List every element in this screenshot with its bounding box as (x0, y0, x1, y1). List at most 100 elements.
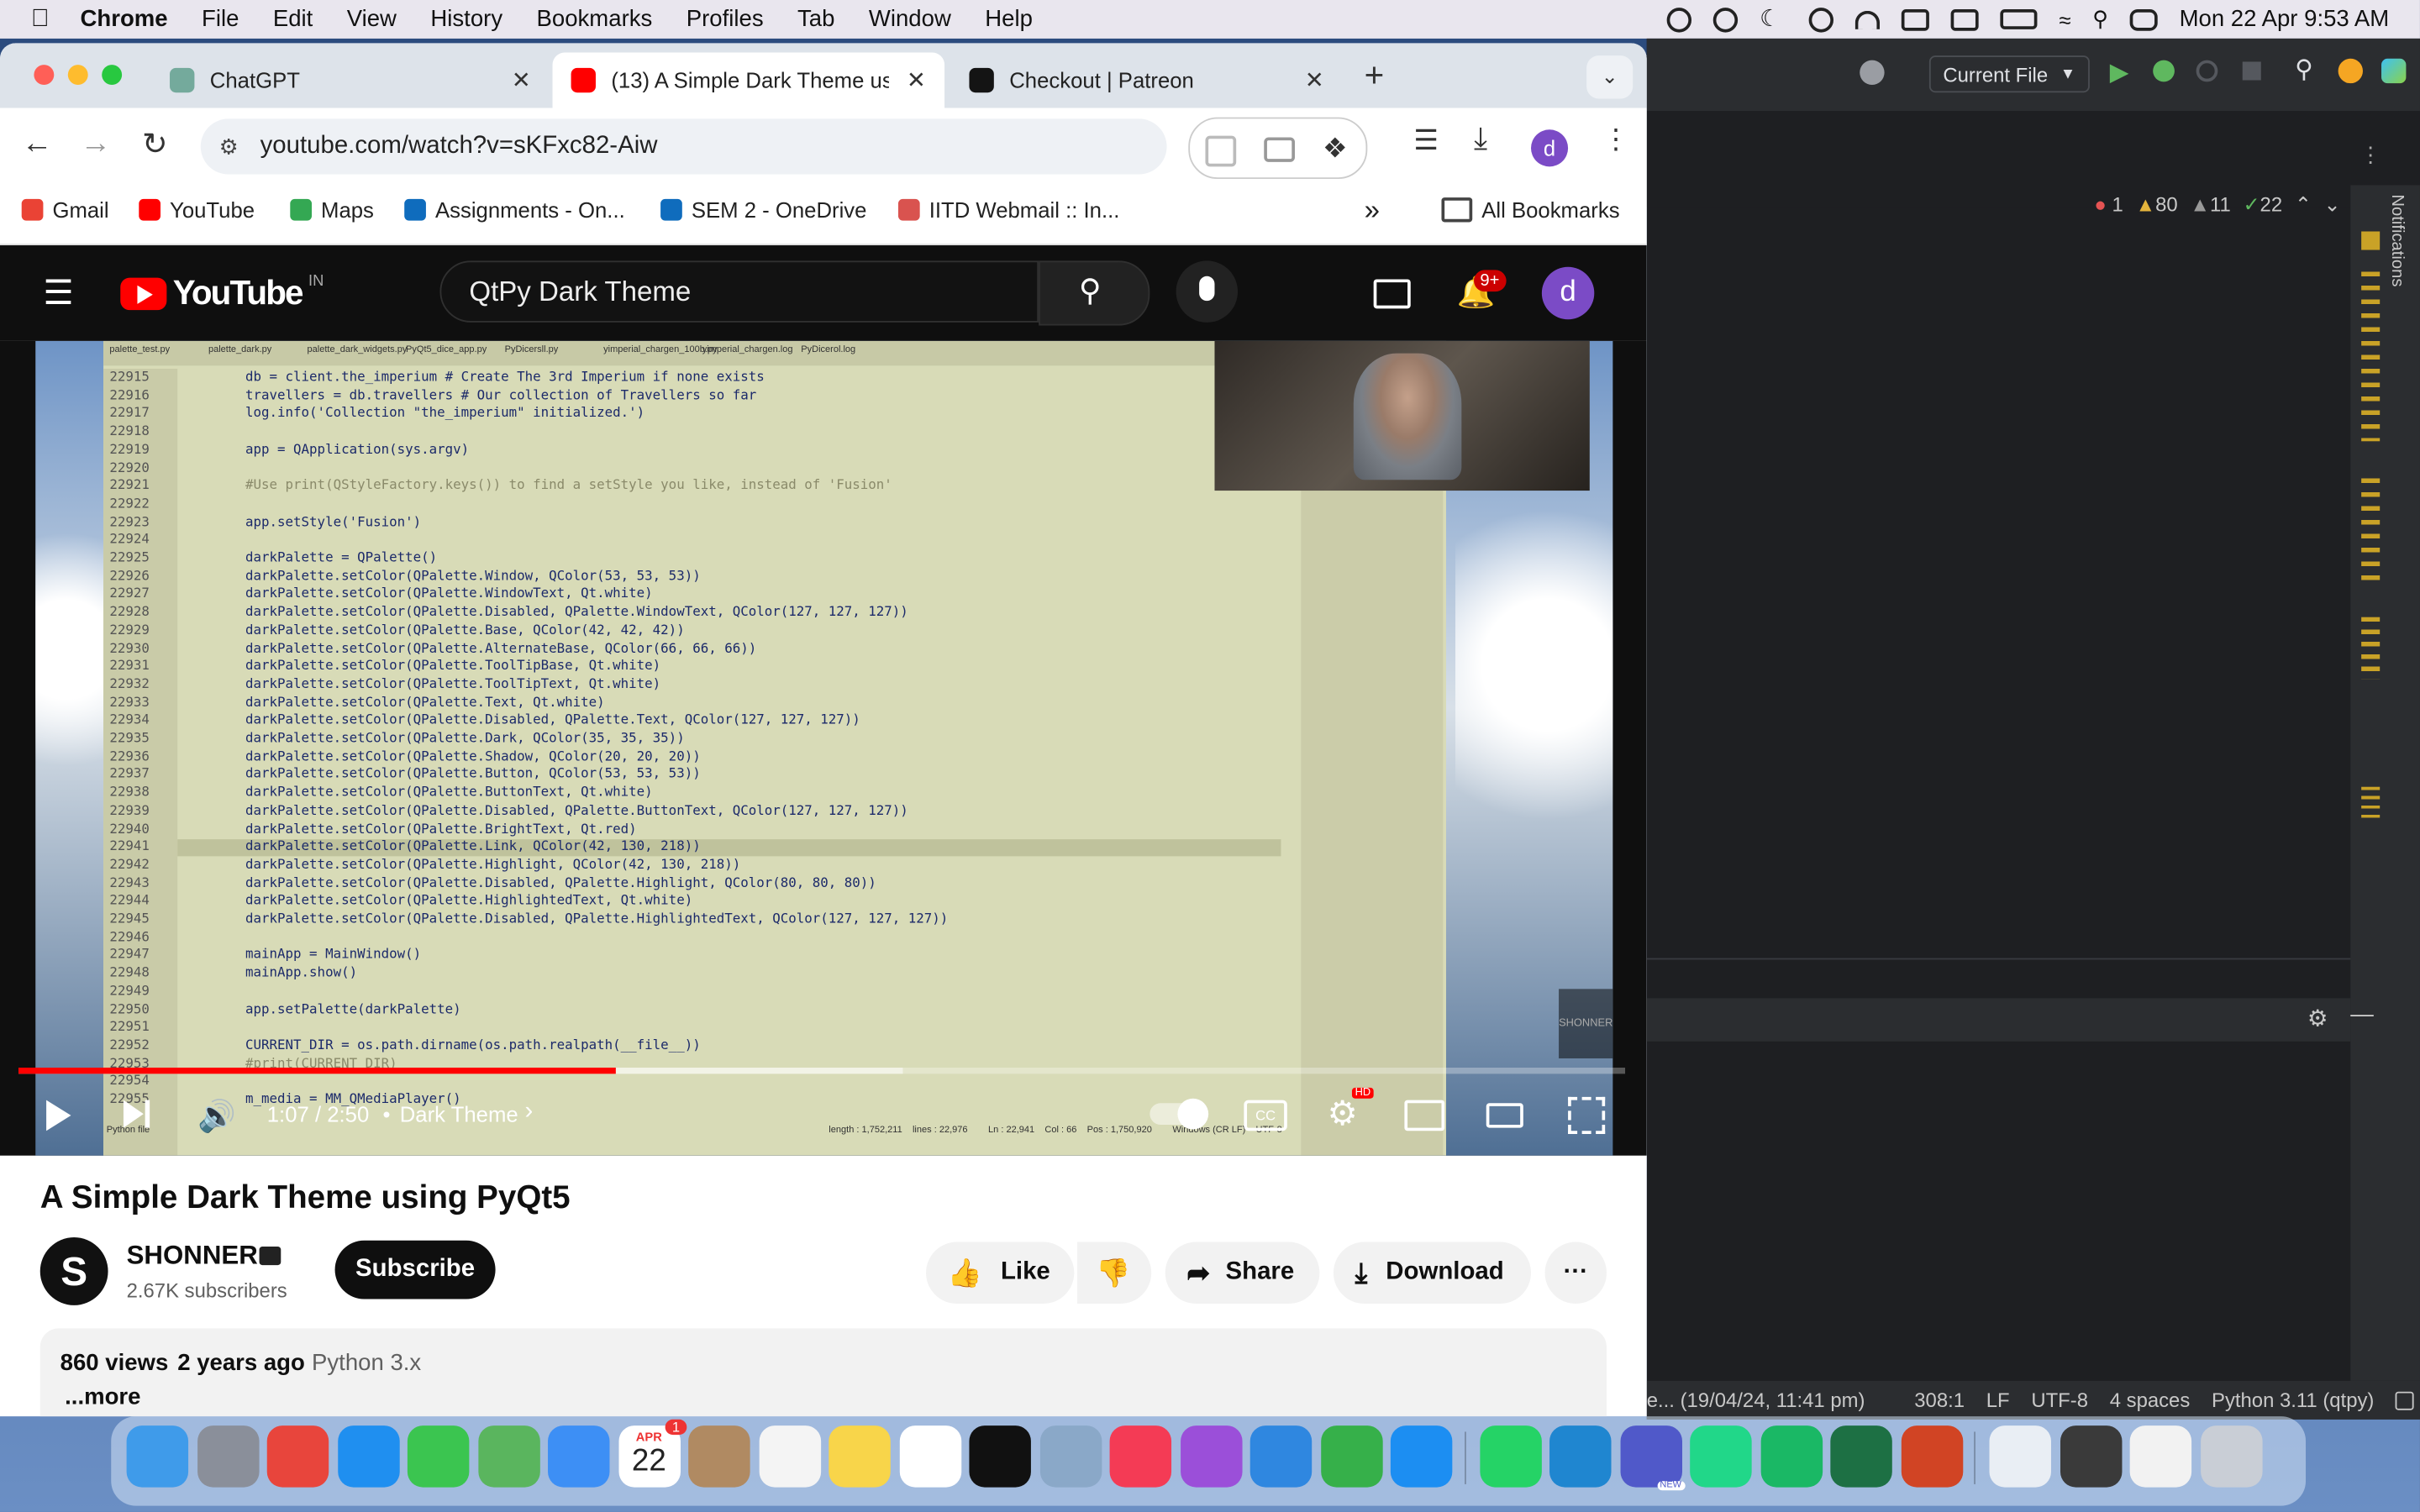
youtube-search-input[interactable]: QtPy Dark Theme (439, 260, 1039, 323)
description-box[interactable]: 860 views 2 years ago Python 3.x ...more (39, 1328, 1607, 1417)
more-bookmarks-button[interactable]: » (1365, 194, 1380, 227)
tab-chatgpt[interactable]: ChatGPT ✕ (151, 52, 550, 108)
minimize-window-button[interactable] (67, 65, 88, 86)
autoplay-toggle[interactable] (1150, 1098, 1209, 1130)
dock-keynote-icon[interactable] (1249, 1425, 1313, 1488)
channel-avatar[interactable]: S (39, 1237, 108, 1305)
media-controls-icon[interactable]: ☰ (1413, 125, 1439, 158)
download-button[interactable]: ⤓ Download (1333, 1242, 1532, 1305)
play-icon[interactable] (46, 1100, 71, 1131)
like-button[interactable]: 👍 Like (926, 1242, 1075, 1305)
tab-search-button[interactable]: ⌄ (1586, 55, 1634, 99)
forward-arrow-icon[interactable]: → (81, 127, 112, 162)
dock-whatsapp-icon[interactable] (1479, 1425, 1541, 1488)
dock-contacts-icon[interactable] (688, 1425, 750, 1488)
play-icon[interactable] (1712, 7, 1739, 32)
video-player[interactable]: palette_test.py palette_dark.py palette_da… (0, 340, 1647, 1156)
status-vcs-info[interactable]: e... (19/04/24, 11:41 pm) (1647, 1389, 1865, 1412)
chevron-right-icon[interactable]: › (524, 1099, 533, 1126)
inspection-widget[interactable]: ● 1 ▲80 ▲11 ✓22 ⌃ ⌄ (2094, 193, 2340, 218)
site-info-icon[interactable]: ⚙ (219, 134, 239, 160)
run-icon[interactable]: ▶ (2110, 57, 2129, 88)
dock-safari-icon[interactable] (337, 1425, 399, 1488)
tab-patreon[interactable]: Checkout | Patreon ✕ (950, 52, 1343, 108)
dock-freeform-icon[interactable] (898, 1425, 961, 1488)
close-window-button[interactable] (34, 65, 55, 86)
volume-icon[interactable]: 🔊 (197, 1097, 236, 1136)
voice-search-button[interactable] (1176, 260, 1239, 323)
more-options-icon[interactable]: ⋮ (2360, 142, 2381, 168)
close-icon[interactable]: ✕ (907, 66, 926, 94)
dock-numbers-icon[interactable] (1320, 1425, 1382, 1488)
dock-notes-icon[interactable] (829, 1425, 891, 1488)
menu-profiles[interactable]: Profiles (687, 6, 764, 32)
battery-icon[interactable] (2000, 9, 2038, 29)
minimize-icon[interactable]: — (2350, 1001, 2374, 1027)
vpn-icon[interactable] (1666, 7, 1692, 32)
reload-icon[interactable]: ↻ (142, 125, 168, 164)
dock-trash-icon[interactable] (2200, 1425, 2262, 1488)
back-arrow-icon[interactable]: ← (22, 127, 53, 162)
youtube-search-button[interactable]: ⚲ (1039, 260, 1150, 326)
theater-mode-icon[interactable] (1486, 1103, 1523, 1128)
bookmark-assignments[interactable]: Assignments - On... (404, 197, 625, 222)
menu-history[interactable]: History (430, 6, 502, 32)
chrome-menu-icon[interactable]: ⋮ (1602, 123, 1629, 156)
headphones-icon[interactable] (1854, 9, 1881, 29)
ai-assistant-icon[interactable] (2381, 58, 2407, 84)
address-bar[interactable]: ⚙ youtube.com/watch?v=sKFxc82-Aiw (200, 118, 1167, 175)
search-everywhere-icon[interactable]: ⚲ (2295, 54, 2313, 85)
dock-dataspell-icon[interactable] (1760, 1425, 1823, 1488)
new-tab-button[interactable]: + (1365, 55, 1385, 96)
tab-youtube-video[interactable]: (13) A Simple Dark Theme us ✕ (552, 52, 945, 108)
camera-icon[interactable] (1264, 137, 1295, 162)
dock-window-3-icon[interactable] (2129, 1425, 2192, 1488)
update-icon[interactable] (2338, 58, 2363, 84)
dock-teams-icon[interactable]: NEW (1619, 1425, 1685, 1491)
status-interpreter[interactable]: Python 3.11 (qtpy) (2212, 1389, 2374, 1412)
settings-gear-icon[interactable]: ⚙ (2307, 1005, 2328, 1032)
status-indent[interactable]: 4 spaces (2110, 1389, 2191, 1412)
chevron-up-icon[interactable]: ⌃ (2295, 193, 2312, 218)
show-more-link[interactable]: ...more (65, 1384, 140, 1410)
status-line-separator[interactable]: LF (1986, 1389, 2010, 1412)
dock-chrome-icon[interactable] (266, 1425, 329, 1488)
dock-appstore-icon[interactable] (1390, 1425, 1453, 1488)
menu-app-name[interactable]: Chrome (81, 6, 168, 32)
spotlight-icon[interactable]: ⚲ (2092, 6, 2108, 32)
menu-window[interactable]: Window (869, 6, 951, 32)
close-icon[interactable]: ✕ (1305, 66, 1324, 94)
menu-help[interactable]: Help (985, 6, 1033, 32)
youtube-logo[interactable]: YouTube IN (120, 273, 324, 313)
closed-captions-button[interactable]: CC (1244, 1100, 1287, 1131)
dock-pycharm-icon[interactable] (1690, 1425, 1752, 1488)
hamburger-menu-icon[interactable]: ☰ (43, 273, 73, 313)
dock-tv-icon[interactable] (969, 1425, 1031, 1488)
video-frame[interactable]: palette_test.py palette_dark.py palette_da… (35, 340, 1613, 1156)
menu-bookmarks[interactable]: Bookmarks (537, 6, 653, 32)
channel-name[interactable]: SHONNER (127, 1241, 258, 1272)
channel-watermark[interactable]: SHONNER (1559, 989, 1613, 1058)
vcs-user-icon[interactable] (1860, 60, 1885, 86)
bookmark-gmail[interactable]: Gmail (21, 197, 109, 222)
zoom-window-button[interactable] (102, 65, 123, 86)
dock-mail-icon[interactable] (548, 1425, 610, 1488)
all-bookmarks-folder[interactable]: All Bookmarks (1441, 197, 1620, 223)
menu-view[interactable]: View (347, 6, 397, 32)
menu-tab[interactable]: Tab (797, 6, 834, 32)
menu-file[interactable]: File (202, 6, 239, 32)
url-text[interactable]: youtube.com/watch?v=sKFxc82-Aiw (260, 133, 658, 160)
dislike-button[interactable]: 👎 (1077, 1242, 1152, 1305)
bookmark-iitd-webmail[interactable]: IITD Webmail :: In... (897, 197, 1119, 222)
dock-powerpoint-icon[interactable] (1900, 1425, 1963, 1488)
subscribe-button[interactable]: Subscribe (334, 1240, 496, 1299)
seek-bar[interactable] (18, 1067, 1626, 1074)
dock-podcasts-icon[interactable] (1180, 1425, 1242, 1488)
debug-icon[interactable] (2153, 60, 2175, 82)
miniplayer-icon[interactable] (1404, 1100, 1445, 1131)
create-video-icon[interactable] (1373, 279, 1411, 309)
lock-icon[interactable] (2396, 1390, 2415, 1410)
puzzle-icon[interactable]: ❖ (1323, 133, 1348, 165)
more-actions-button[interactable]: ··· (1544, 1242, 1607, 1305)
dock-excel-icon[interactable] (1830, 1425, 1892, 1488)
